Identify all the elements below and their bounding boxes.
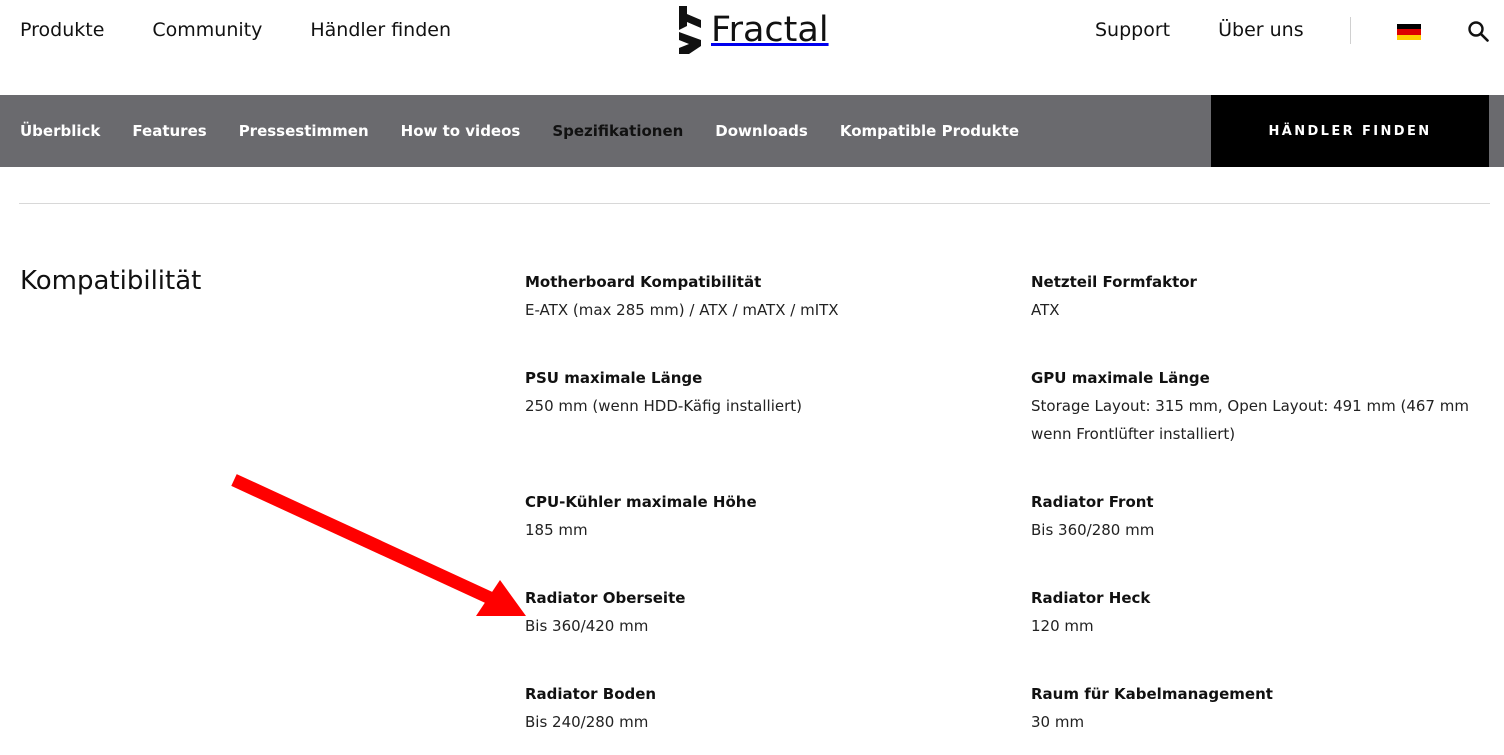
subnav-ueberblick[interactable]: Überblick	[20, 122, 100, 140]
nav-haendler-finden[interactable]: Händler finden	[310, 19, 451, 41]
subnav-downloads[interactable]: Downloads	[715, 122, 808, 140]
fractal-logo-mark-icon	[679, 6, 701, 54]
site-header: Produkte Community Händler finden Fracta…	[0, 0, 1504, 95]
header-divider	[1350, 17, 1351, 44]
nav-ueber-uns[interactable]: Über uns	[1218, 19, 1304, 41]
subnav-items: Überblick Features Pressestimmen How to …	[20, 95, 1019, 167]
spec-label: Raum für Kabelmanagement	[1031, 685, 1273, 703]
spec-value: 30 mm	[1031, 713, 1085, 731]
nav-support[interactable]: Support	[1095, 19, 1170, 41]
spec-label: Netzteil Formfaktor	[1031, 273, 1197, 291]
spec-label: PSU maximale Länge	[525, 369, 703, 387]
spec-label: GPU maximale Länge	[1031, 369, 1210, 387]
fractal-logo[interactable]: Fractal	[675, 6, 829, 54]
spec-item: Netzteil Formfaktor ATX	[1031, 268, 1501, 324]
spec-value: Bis 360/420 mm	[525, 617, 649, 635]
spec-label: Radiator Front	[1031, 493, 1154, 511]
subnav-features[interactable]: Features	[132, 122, 206, 140]
spec-item: GPU maximale Länge Storage Layout: 315 m…	[1031, 364, 1501, 448]
spec-label: Radiator Boden	[525, 685, 657, 703]
spec-item: Radiator Oberseite Bis 360/420 mm	[525, 584, 995, 640]
spec-label: Motherboard Kompatibilität	[525, 273, 762, 291]
primary-nav: Produkte Community Händler finden	[20, 19, 451, 41]
german-flag-icon[interactable]	[1397, 24, 1421, 40]
spec-value: Bis 240/280 mm	[525, 713, 649, 731]
spec-value: Storage Layout: 315 mm, Open Layout: 491…	[1031, 397, 1469, 443]
nav-produkte[interactable]: Produkte	[20, 19, 104, 41]
spec-value: E-ATX (max 285 mm) / ATX / mATX / mITX	[525, 301, 839, 319]
subnav-how-to-videos[interactable]: How to videos	[401, 122, 521, 140]
spec-item: PSU maximale Länge 250 mm (wenn HDD-Käfi…	[525, 364, 995, 420]
spec-label: CPU-Kühler maximale Höhe	[525, 493, 757, 511]
nav-community[interactable]: Community	[152, 19, 262, 41]
spec-label: Radiator Heck	[1031, 589, 1151, 607]
spec-item: CPU-Kühler maximale Höhe 185 mm	[525, 488, 995, 544]
spec-item: Radiator Boden Bis 240/280 mm	[525, 680, 995, 736]
section-title: Kompatibilität	[20, 266, 202, 296]
subnav-kompatible-produkte[interactable]: Kompatible Produkte	[840, 122, 1019, 140]
flag-stripe-gold	[1397, 34, 1421, 40]
spec-item: Motherboard Kompatibilität E-ATX (max 28…	[525, 268, 995, 324]
spec-value: 120 mm	[1031, 617, 1094, 635]
section-divider	[19, 203, 1490, 204]
subnav-spezifikationen[interactable]: Spezifikationen	[552, 122, 683, 140]
spec-value: 250 mm (wenn HDD-Käfig installiert)	[525, 397, 803, 415]
haendler-finden-button[interactable]: HÄNDLER FINDEN	[1211, 95, 1489, 167]
subnav-pressestimmen[interactable]: Pressestimmen	[239, 122, 369, 140]
spec-item: Radiator Front Bis 360/280 mm	[1031, 488, 1501, 544]
spec-item: Radiator Heck 120 mm	[1031, 584, 1501, 640]
spec-value: 185 mm	[525, 521, 588, 539]
search-icon[interactable]	[1467, 20, 1489, 42]
red-arrow-annotation-icon	[231, 474, 526, 616]
secondary-nav: Support Über uns	[1095, 19, 1304, 41]
spec-value: ATX	[1031, 301, 1060, 319]
spec-label: Radiator Oberseite	[525, 589, 686, 607]
spec-item: Raum für Kabelmanagement 30 mm	[1031, 680, 1501, 736]
spec-value: Bis 360/280 mm	[1031, 521, 1155, 539]
logo-text: Fractal	[711, 10, 829, 50]
